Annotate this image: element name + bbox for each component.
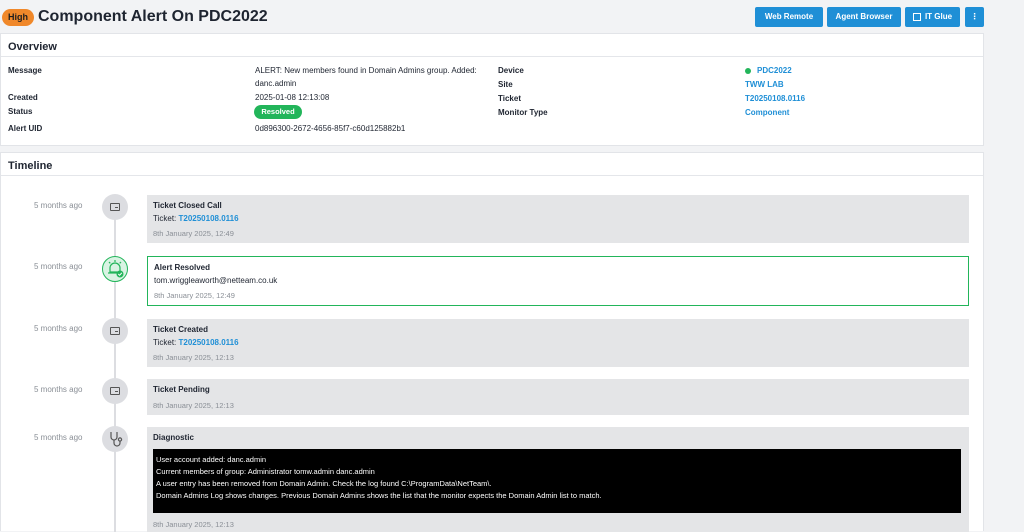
it-glue-label: IT Glue	[924, 12, 953, 21]
diagnostic-line: A user entry has been removed from Domai…	[156, 479, 492, 488]
device-label: Device	[498, 66, 524, 75]
created-label: Created	[8, 93, 38, 102]
timeline-event: Ticket Pending 8th January 2025, 12:13	[147, 379, 969, 415]
event-detail: Ticket: T20250108.0116	[153, 214, 239, 223]
event-date: 8th January 2025, 12:49	[154, 291, 235, 300]
ticket-label: Ticket	[498, 94, 521, 103]
ticket-icon	[102, 318, 128, 344]
timeline-divider	[1, 175, 983, 176]
event-time: 5 months ago	[34, 201, 83, 210]
message-label: Message	[8, 66, 42, 75]
event-date: 8th January 2025, 12:13	[153, 520, 234, 529]
page-header: High Component Alert On PDC2022 Web Remo…	[0, 0, 1024, 34]
ticket-link[interactable]: T20250108.0116	[178, 214, 238, 223]
alarm-check-icon	[102, 256, 128, 282]
status-label: Status	[8, 107, 33, 116]
monitor-type-label: Monitor Type	[498, 108, 548, 117]
device-link[interactable]: PDC2022	[757, 66, 792, 75]
site-label: Site	[498, 80, 513, 89]
diagnostic-line: Current members of group: Administrator …	[156, 467, 375, 476]
it-glue-button[interactable]: IT Glue	[905, 7, 960, 27]
created-value: 2025-01-08 12:13:08	[255, 93, 330, 102]
stethoscope-icon	[102, 426, 128, 452]
it-glue-icon	[913, 13, 921, 21]
more-options-button[interactable]: ⋮	[965, 7, 984, 27]
event-date: 8th January 2025, 12:13	[153, 353, 234, 362]
web-remote-button[interactable]: Web Remote	[755, 7, 823, 27]
alert-uid-label: Alert UID	[8, 124, 43, 133]
severity-badge: High	[2, 9, 34, 26]
diagnostic-line: Domain Admins Log shows changes. Previou…	[156, 491, 602, 500]
overview-card: Overview Message Created Status Alert UI…	[0, 33, 984, 146]
status-badge: Resolved	[254, 105, 302, 119]
diagnostic-line: User account added: danc.admin	[156, 455, 267, 464]
agent-browser-button[interactable]: Agent Browser	[827, 7, 901, 27]
diagnostic-output: User account added: danc.admin Current m…	[153, 449, 961, 513]
timeline-event: Diagnostic User account added: danc.admi…	[147, 427, 969, 532]
message-value-line2: danc.admin	[255, 79, 297, 88]
event-title: Diagnostic	[153, 433, 194, 442]
event-detail: Ticket: T20250108.0116	[153, 338, 239, 347]
ticket-link[interactable]: T20250108.0116	[178, 338, 238, 347]
event-title: Ticket Closed Call	[153, 201, 222, 210]
event-time: 5 months ago	[34, 433, 83, 442]
event-time: 5 months ago	[34, 262, 83, 271]
timeline-event: Ticket Closed Call Ticket: T20250108.011…	[147, 195, 969, 243]
event-detail: tom.wriggleaworth@netteam.co.uk	[154, 276, 278, 285]
event-time: 5 months ago	[34, 324, 83, 333]
event-title: Ticket Created	[153, 325, 208, 334]
ticket-link[interactable]: T20250108.0116	[745, 94, 805, 103]
timeline-card: Timeline 5 months ago Ticket Closed Call…	[0, 152, 984, 532]
timeline-title: Timeline	[8, 160, 53, 172]
ticket-icon	[102, 378, 128, 404]
event-date: 8th January 2025, 12:49	[153, 229, 234, 238]
ticket-icon	[102, 194, 128, 220]
timeline-event: Ticket Created Ticket: T20250108.0116 8t…	[147, 319, 969, 367]
device-online-indicator	[745, 68, 751, 74]
page-title: Component Alert On PDC2022	[38, 8, 268, 25]
event-time: 5 months ago	[34, 385, 83, 394]
message-value-line1: ALERT: New members found in Domain Admin…	[255, 66, 477, 75]
overview-title: Overview	[8, 41, 57, 53]
alert-uid-value: 0d896300-2672-4656-85f7-c60d125882b1	[255, 124, 406, 133]
event-title: Ticket Pending	[153, 385, 210, 394]
timeline-rail	[114, 196, 116, 532]
event-title: Alert Resolved	[154, 263, 211, 272]
site-link[interactable]: TWW LAB	[745, 80, 784, 89]
event-date: 8th January 2025, 12:13	[153, 401, 234, 410]
monitor-type-link[interactable]: Component	[745, 108, 789, 117]
overview-divider	[1, 56, 983, 57]
timeline-event: Alert Resolved tom.wriggleaworth@netteam…	[147, 256, 969, 306]
